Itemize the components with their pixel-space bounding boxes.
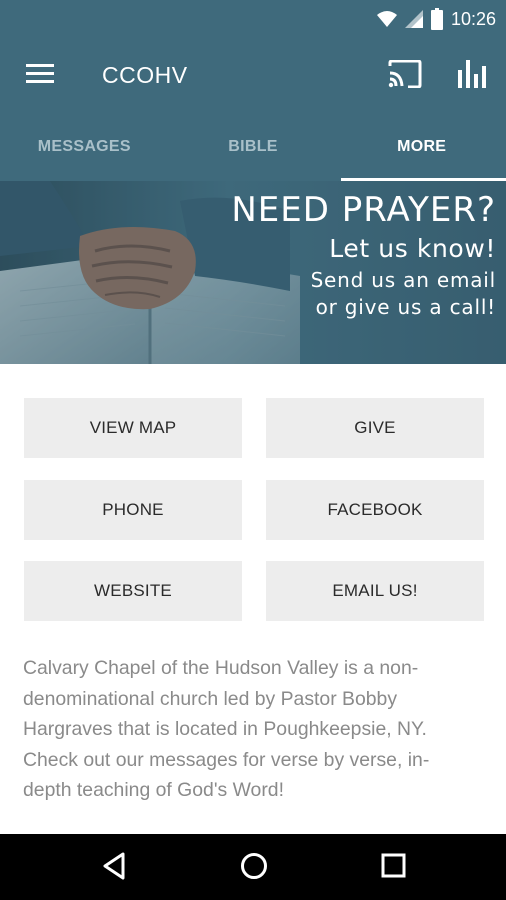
system-nav-bar [0,834,506,900]
banner-text: NEED PRAYER? Let us know! Send us an ema… [231,189,496,321]
view-map-button[interactable]: VIEW MAP [24,398,242,458]
signal-icon [404,10,423,28]
facebook-button[interactable]: FACEBOOK [266,480,484,540]
give-button[interactable]: GIVE [266,398,484,458]
status-icons: 10:26 [376,0,496,38]
email-us-button[interactable]: EMAIL US! [266,561,484,621]
tab-more[interactable]: MORE [337,112,506,181]
menu-icon[interactable] [26,64,54,86]
app-bar: CCOHV [0,38,506,112]
description-line: Calvary Chapel of the Hudson Valley is a… [23,657,419,679]
banner-subtitle: Let us know! [329,234,496,263]
tab-bible[interactable]: BIBLE [169,112,338,181]
recents-icon[interactable] [381,852,407,880]
banner-title: NEED PRAYER? [231,190,496,230]
tab-messages[interactable]: MESSAGES [0,112,169,181]
back-icon[interactable] [102,852,126,880]
status-time: 10:26 [450,8,496,29]
phone-button[interactable]: PHONE [24,480,242,540]
app-title: CCOHV [102,62,188,88]
wifi-icon [376,11,397,27]
description-line: denominational church led by Pastor Bobb… [23,687,398,710]
banner-line-2: or give us a call! [315,295,496,319]
description-line: Hargraves that is located in Poughkeepsi… [23,718,427,740]
status-bar: 10:26 [0,0,506,38]
description-line: Check out our messages for verse by vers… [23,748,430,771]
home-icon[interactable] [240,852,268,880]
tab-bar: MESSAGES BIBLE MORE [0,112,506,181]
description-line: depth teaching of God's Word! [23,779,284,801]
prayer-banner[interactable]: NEED PRAYER? Let us know! Send us an ema… [0,181,506,364]
bar-chart-icon[interactable] [458,58,488,90]
battery-icon [430,8,443,30]
church-description: Calvary Chapel of the Hudson Valley is a… [23,653,485,806]
website-button[interactable]: WEBSITE [24,561,242,621]
banner-line-1: Send us an email [310,268,496,292]
cast-icon[interactable] [388,60,422,88]
